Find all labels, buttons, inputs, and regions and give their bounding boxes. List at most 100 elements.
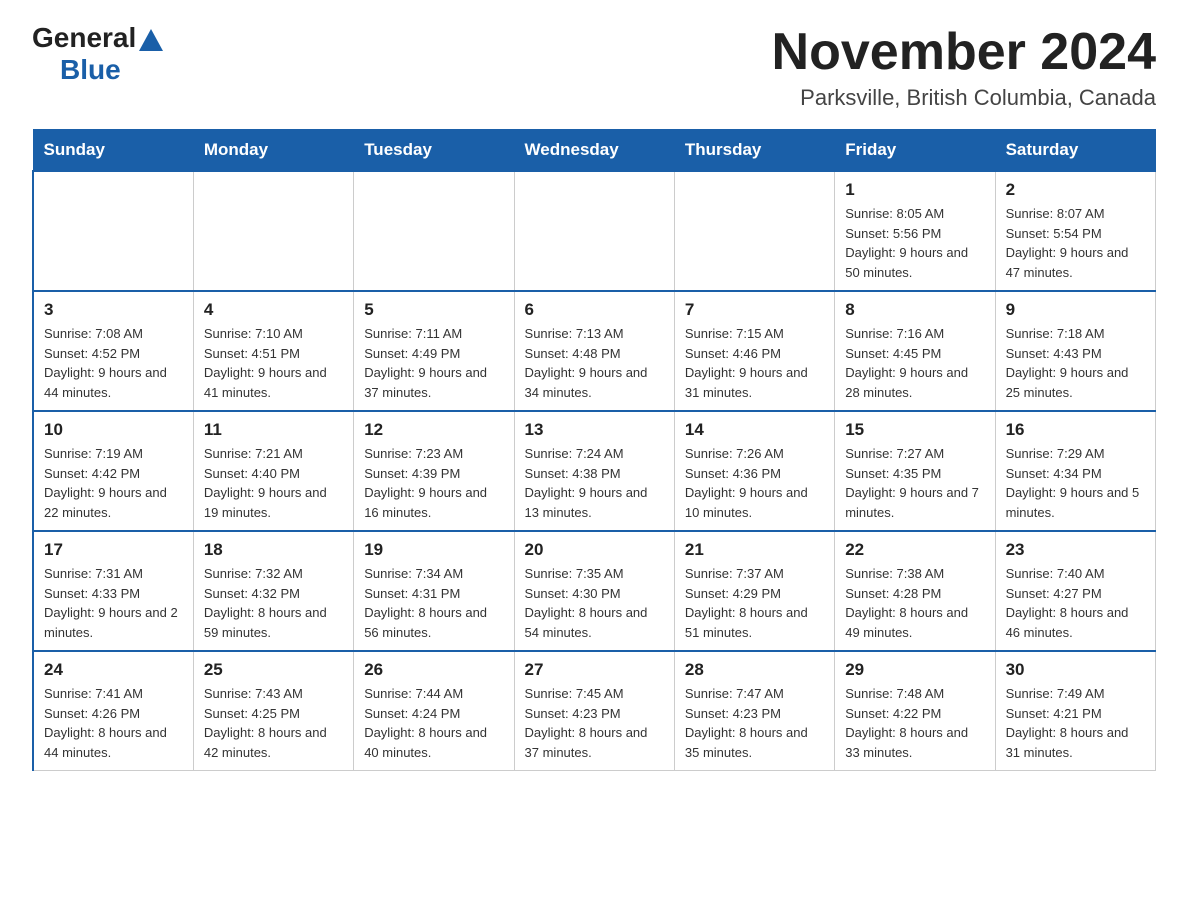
day-number: 4 [204,300,343,320]
day-info: Sunrise: 7:43 AM Sunset: 4:25 PM Dayligh… [204,684,343,762]
calendar-cell: 22 Sunrise: 7:38 AM Sunset: 4:28 PM Dayli… [835,531,995,651]
day-number: 1 [845,180,984,200]
calendar-cell [193,171,353,291]
calendar-cell: 1 Sunrise: 8:05 AM Sunset: 5:56 PM Daylig… [835,171,995,291]
calendar-cell: 5 Sunrise: 7:11 AM Sunset: 4:49 PM Daylig… [354,291,514,411]
day-number: 16 [1006,420,1145,440]
day-info: Sunrise: 7:34 AM Sunset: 4:31 PM Dayligh… [364,564,503,642]
calendar-cell: 17 Sunrise: 7:31 AM Sunset: 4:33 PM Dayli… [33,531,193,651]
calendar-cell: 4Sunrise: 7:10 AM Sunset: 4:51 PM Daylig… [193,291,353,411]
day-number: 22 [845,540,984,560]
day-info: Sunrise: 7:16 AM Sunset: 4:45 PM Dayligh… [845,324,984,402]
calendar-cell: 18 Sunrise: 7:32 AM Sunset: 4:32 PM Dayli… [193,531,353,651]
day-number: 13 [525,420,664,440]
day-number: 3 [44,300,183,320]
day-info: Sunrise: 7:24 AM Sunset: 4:38 PM Dayligh… [525,444,664,522]
calendar-subtitle: Parksville, British Columbia, Canada [772,85,1156,111]
day-number: 7 [685,300,824,320]
day-number: 21 [685,540,824,560]
calendar-cell [514,171,674,291]
calendar-cell: 3 Sunrise: 7:08 AM Sunset: 4:52 PM Daylig… [33,291,193,411]
day-number: 14 [685,420,824,440]
calendar-cell: 10 Sunrise: 7:19 AM Sunset: 4:42 PM Dayli… [33,411,193,531]
day-info: Sunrise: 7:49 AM Sunset: 4:21 PM Dayligh… [1006,684,1145,762]
calendar-cell: 28Sunrise: 7:47 AM Sunset: 4:23 PM Dayli… [674,651,834,771]
week-row-4: 17 Sunrise: 7:31 AM Sunset: 4:33 PM Dayli… [33,531,1156,651]
calendar-cell: 27Sunrise: 7:45 AM Sunset: 4:23 PM Dayli… [514,651,674,771]
day-number: 25 [204,660,343,680]
day-info: Sunrise: 7:26 AM Sunset: 4:36 PM Dayligh… [685,444,824,522]
calendar-cell: 26Sunrise: 7:44 AM Sunset: 4:24 PM Dayli… [354,651,514,771]
page-header: General Blue November 2024 Parksville, B… [32,24,1156,111]
day-number: 23 [1006,540,1145,560]
calendar-table: SundayMondayTuesdayWednesdayThursdayFrid… [32,129,1156,771]
day-number: 8 [845,300,984,320]
calendar-title: November 2024 [772,24,1156,81]
day-info: Sunrise: 7:37 AM Sunset: 4:29 PM Dayligh… [685,564,824,642]
calendar-cell: 20Sunrise: 7:35 AM Sunset: 4:30 PM Dayli… [514,531,674,651]
day-number: 10 [44,420,183,440]
calendar-cell: 9 Sunrise: 7:18 AM Sunset: 4:43 PM Daylig… [995,291,1155,411]
day-number: 12 [364,420,503,440]
day-info: Sunrise: 7:31 AM Sunset: 4:33 PM Dayligh… [44,564,183,642]
calendar-cell: 21 Sunrise: 7:37 AM Sunset: 4:29 PM Dayli… [674,531,834,651]
day-number: 2 [1006,180,1145,200]
day-number: 24 [44,660,183,680]
day-info: Sunrise: 7:38 AM Sunset: 4:28 PM Dayligh… [845,564,984,642]
day-info: Sunrise: 7:15 AM Sunset: 4:46 PM Dayligh… [685,324,824,402]
header-monday: Monday [193,130,353,172]
day-info: Sunrise: 7:27 AM Sunset: 4:35 PM Dayligh… [845,444,984,522]
day-info: Sunrise: 7:11 AM Sunset: 4:49 PM Dayligh… [364,324,503,402]
day-number: 15 [845,420,984,440]
day-info: Sunrise: 7:40 AM Sunset: 4:27 PM Dayligh… [1006,564,1145,642]
calendar-cell: 15 Sunrise: 7:27 AM Sunset: 4:35 PM Dayli… [835,411,995,531]
calendar-cell: 6 Sunrise: 7:13 AM Sunset: 4:48 PM Daylig… [514,291,674,411]
day-info: Sunrise: 7:41 AM Sunset: 4:26 PM Dayligh… [44,684,183,762]
calendar-cell: 29 Sunrise: 7:48 AM Sunset: 4:22 PM Dayli… [835,651,995,771]
day-info: Sunrise: 7:29 AM Sunset: 4:34 PM Dayligh… [1006,444,1145,522]
day-info: Sunrise: 7:08 AM Sunset: 4:52 PM Dayligh… [44,324,183,402]
day-number: 5 [364,300,503,320]
week-row-5: 24 Sunrise: 7:41 AM Sunset: 4:26 PM Dayli… [33,651,1156,771]
day-info: Sunrise: 7:44 AM Sunset: 4:24 PM Dayligh… [364,684,503,762]
day-info: Sunrise: 7:13 AM Sunset: 4:48 PM Dayligh… [525,324,664,402]
header-wednesday: Wednesday [514,130,674,172]
logo-general-text: General [32,24,136,52]
day-number: 17 [44,540,183,560]
day-info: Sunrise: 7:19 AM Sunset: 4:42 PM Dayligh… [44,444,183,522]
day-info: Sunrise: 7:47 AM Sunset: 4:23 PM Dayligh… [685,684,824,762]
calendar-cell: 14 Sunrise: 7:26 AM Sunset: 4:36 PM Dayli… [674,411,834,531]
calendar-cell: 19 Sunrise: 7:34 AM Sunset: 4:31 PM Dayli… [354,531,514,651]
header-friday: Friday [835,130,995,172]
calendar-cell: 12Sunrise: 7:23 AM Sunset: 4:39 PM Dayli… [354,411,514,531]
day-number: 6 [525,300,664,320]
header-tuesday: Tuesday [354,130,514,172]
day-number: 11 [204,420,343,440]
calendar-cell: 24 Sunrise: 7:41 AM Sunset: 4:26 PM Dayli… [33,651,193,771]
day-number: 20 [525,540,664,560]
day-info: Sunrise: 7:18 AM Sunset: 4:43 PM Dayligh… [1006,324,1145,402]
day-info: Sunrise: 7:45 AM Sunset: 4:23 PM Dayligh… [525,684,664,762]
day-info: Sunrise: 7:48 AM Sunset: 4:22 PM Dayligh… [845,684,984,762]
calendar-cell: 13 Sunrise: 7:24 AM Sunset: 4:38 PM Dayli… [514,411,674,531]
day-info: Sunrise: 7:32 AM Sunset: 4:32 PM Dayligh… [204,564,343,642]
calendar-cell: 2Sunrise: 8:07 AM Sunset: 5:54 PM Daylig… [995,171,1155,291]
calendar-cell [33,171,193,291]
day-number: 29 [845,660,984,680]
week-row-1: 1 Sunrise: 8:05 AM Sunset: 5:56 PM Daylig… [33,171,1156,291]
calendar-cell [354,171,514,291]
calendar-cell: 16 Sunrise: 7:29 AM Sunset: 4:34 PM Dayli… [995,411,1155,531]
day-number: 18 [204,540,343,560]
calendar-cell: 25 Sunrise: 7:43 AM Sunset: 4:25 PM Dayli… [193,651,353,771]
day-number: 9 [1006,300,1145,320]
calendar-cell: 7 Sunrise: 7:15 AM Sunset: 4:46 PM Daylig… [674,291,834,411]
day-info: Sunrise: 8:05 AM Sunset: 5:56 PM Dayligh… [845,204,984,282]
calendar-cell: 23 Sunrise: 7:40 AM Sunset: 4:27 PM Dayli… [995,531,1155,651]
header-saturday: Saturday [995,130,1155,172]
week-row-2: 3 Sunrise: 7:08 AM Sunset: 4:52 PM Daylig… [33,291,1156,411]
title-area: November 2024 Parksville, British Columb… [772,24,1156,111]
day-info: Sunrise: 7:21 AM Sunset: 4:40 PM Dayligh… [204,444,343,522]
calendar-header: SundayMondayTuesdayWednesdayThursdayFrid… [33,130,1156,172]
logo-blue-text: Blue [60,54,121,86]
day-number: 19 [364,540,503,560]
